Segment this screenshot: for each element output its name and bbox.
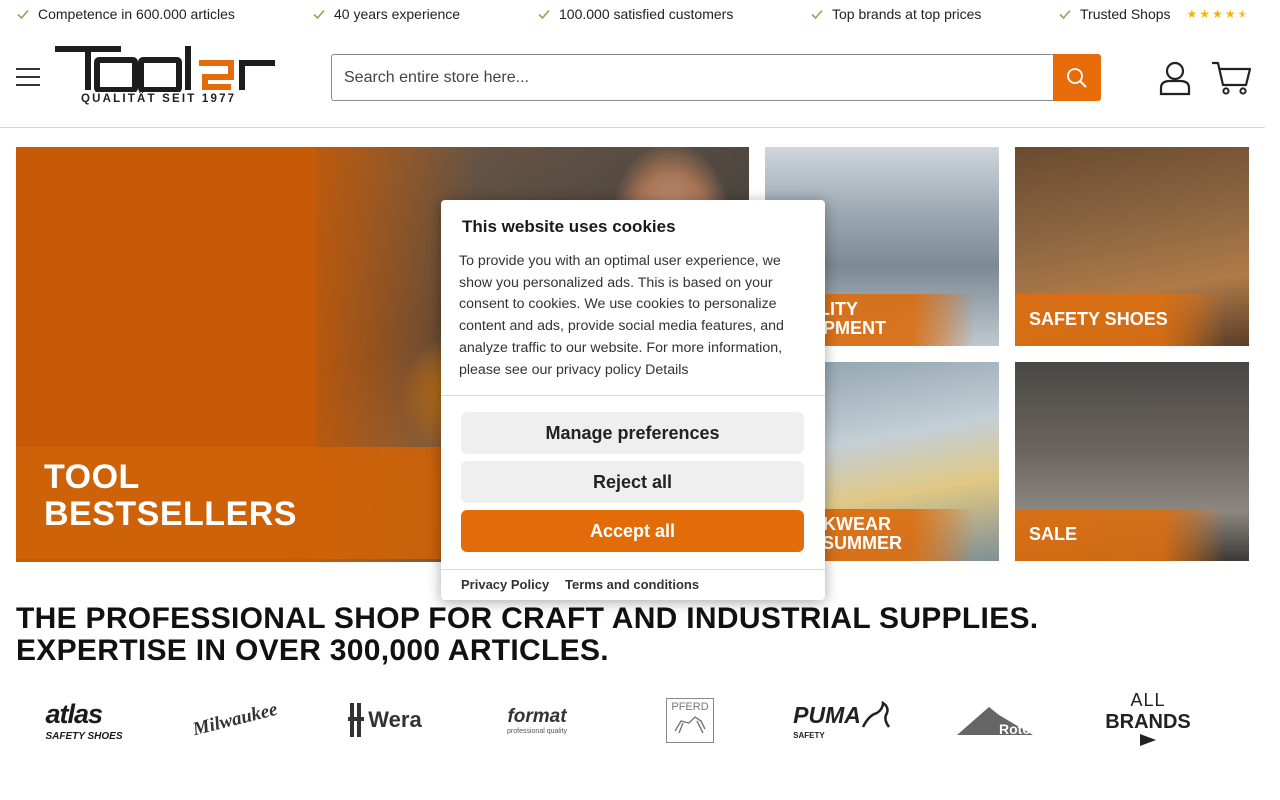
cookie-dialog: This website uses cookies To provide you…: [441, 200, 825, 600]
site-header: QUALITÄT SEIT 1977: [0, 28, 1265, 128]
banner-title: SAFETY SHOES: [1029, 309, 1168, 329]
brand-logos: atlas SAFETY SHOES Milwaukee Wera format…: [16, 690, 1256, 750]
usp-text: Trusted Shops: [1080, 6, 1171, 22]
divider: [441, 569, 825, 570]
half-star-icon: ★: [1237, 7, 1249, 21]
brand-all-brands[interactable]: ALL BRANDS: [1098, 690, 1198, 750]
check-icon: [313, 9, 325, 20]
check-icon: [811, 9, 823, 20]
banner-title: TOOL BESTSELLERS: [44, 458, 297, 533]
details-link[interactable]: Details: [645, 362, 688, 378]
star-icon: ★: [1186, 7, 1198, 21]
cart-icon[interactable]: [1210, 60, 1252, 96]
search-button[interactable]: [1053, 54, 1101, 101]
cookie-title: This website uses cookies: [462, 217, 676, 236]
wera-mark-icon: [348, 703, 365, 737]
puma-cat-icon: [861, 700, 890, 728]
logo-tagline: QUALITÄT SEIT 1977: [81, 93, 237, 105]
star-icon: ★: [1212, 7, 1223, 21]
banner-title: SALE: [1029, 524, 1078, 544]
svg-text:Roto: Roto: [999, 721, 1031, 737]
star-icon: ★: [1224, 7, 1236, 21]
horse-icon: [674, 715, 706, 733]
banner-sale[interactable]: SALE: [1015, 362, 1249, 561]
usp-item: 100.000 satisfied customers: [537, 6, 733, 22]
roto-roof-icon: Roto: [957, 707, 1033, 737]
tooler-logo-icon: [55, 46, 275, 92]
check-icon: [1059, 9, 1071, 20]
usp-bar: Competence in 600.000 articles 40 years …: [0, 0, 1265, 28]
brand-logo-roto[interactable]: Roto: [952, 690, 1038, 750]
brand-logo-pferd[interactable]: PFERD: [646, 690, 734, 750]
usp-item: 40 years experience: [312, 6, 460, 22]
terms-link[interactable]: Terms and conditions: [565, 577, 699, 592]
brand-logo-puma[interactable]: PUMA SAFETY: [793, 690, 890, 750]
page-headline: THE PROFESSIONAL SHOP FOR CRAFT AND INDU…: [16, 602, 1039, 667]
arrow-right-icon: [1140, 733, 1156, 746]
privacy-policy-footer-link[interactable]: Privacy Policy: [461, 577, 549, 592]
check-icon: [538, 9, 550, 20]
brand-logo-format[interactable]: format professional quality: [490, 690, 584, 750]
usp-text: 100.000 satisfied customers: [559, 6, 734, 22]
brand-logo-atlas[interactable]: atlas SAFETY SHOES: [32, 690, 136, 750]
search-input[interactable]: [331, 54, 1053, 101]
check-icon: [17, 9, 29, 20]
banner-safety-shoes[interactable]: SAFETY SHOES: [1015, 147, 1249, 346]
usp-item-trusted-shops[interactable]: Trusted Shops ★ ★ ★ ★ ★: [1058, 6, 1248, 22]
privacy-policy-link[interactable]: privacy policy: [556, 362, 641, 378]
usp-text: 40 years experience: [334, 6, 461, 22]
reject-all-button[interactable]: Reject all: [461, 461, 804, 503]
accept-all-button[interactable]: Accept all: [461, 510, 804, 552]
usp-item: Competence in 600.000 articles: [16, 6, 235, 22]
usp-text: Competence in 600.000 articles: [38, 6, 235, 22]
brand-logo-milwaukee[interactable]: Milwaukee: [188, 690, 282, 750]
star-icon: ★: [1199, 7, 1211, 21]
logo[interactable]: QUALITÄT SEIT 1977: [55, 46, 277, 108]
manage-preferences-button[interactable]: Manage preferences: [461, 412, 804, 454]
menu-icon[interactable]: [16, 68, 40, 88]
search-bar: [331, 54, 1101, 101]
search-icon: [1067, 67, 1087, 88]
brand-logo-wera[interactable]: Wera: [338, 690, 432, 750]
account-icon[interactable]: [1158, 60, 1192, 96]
rating-stars: ★ ★ ★ ★ ★: [1187, 7, 1249, 21]
divider: [441, 395, 825, 396]
usp-item: Top brands at top prices: [810, 6, 981, 22]
usp-text: Top brands at top prices: [832, 6, 982, 22]
cookie-body: To provide you with an optimal user expe…: [459, 253, 784, 378]
